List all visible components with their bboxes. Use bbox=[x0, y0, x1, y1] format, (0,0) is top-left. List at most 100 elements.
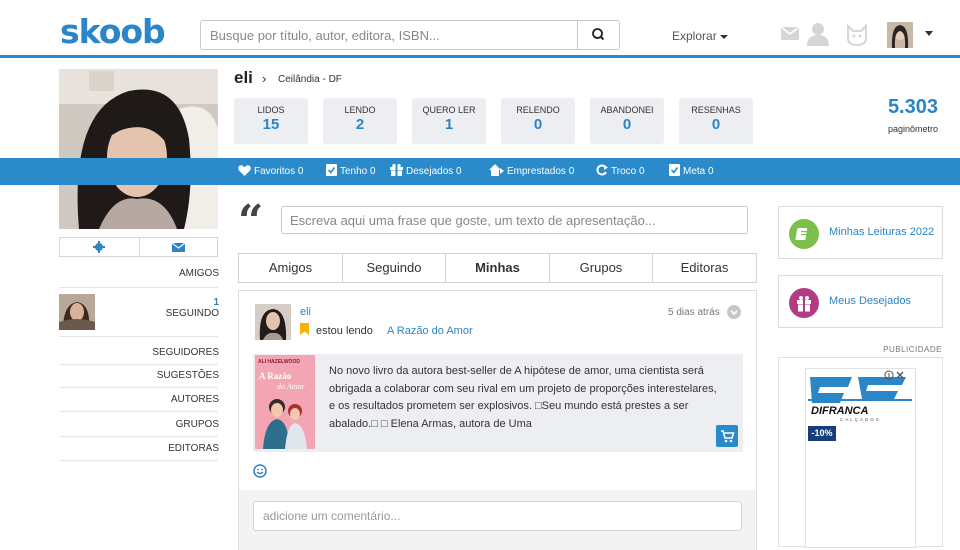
bar-emprestados[interactable]: Emprestados 0 bbox=[489, 158, 574, 185]
skoob-logo[interactable]: skoob bbox=[60, 14, 166, 50]
stat-label: RELENDO bbox=[516, 105, 560, 115]
profile-actions bbox=[59, 237, 218, 257]
book-title-link[interactable]: A Razão do Amor bbox=[387, 325, 473, 337]
buy-button[interactable] bbox=[716, 425, 738, 447]
sidebar-seguindo[interactable]: SEGUINDO bbox=[166, 308, 219, 319]
bar-favoritos[interactable]: Favoritos 0 bbox=[238, 158, 303, 185]
chevron-down-icon[interactable] bbox=[727, 305, 741, 319]
book-cover[interactable]: ALI HAZELWOOD A Razão do Amor bbox=[255, 355, 315, 449]
user-icon[interactable] bbox=[805, 22, 831, 46]
mail-icon[interactable] bbox=[781, 27, 799, 40]
stat-abandonei[interactable]: ABANDONEI 0 bbox=[590, 98, 664, 144]
swap-icon bbox=[596, 164, 608, 176]
sidebar-autores[interactable]: AUTORES bbox=[171, 394, 219, 405]
pages-count: 5.303 bbox=[887, 96, 938, 118]
stat-value: 1 bbox=[444, 116, 454, 133]
explore-label: Explorar bbox=[672, 29, 717, 43]
stat-relendo[interactable]: RELENDO 0 bbox=[501, 98, 575, 144]
tab-amigos[interactable]: Amigos bbox=[239, 254, 343, 282]
check-icon bbox=[669, 164, 680, 177]
ad-discount-badge: -10% bbox=[808, 426, 836, 441]
header: skoob Explorar bbox=[0, 0, 960, 58]
quote-icon: “ bbox=[238, 196, 264, 247]
ad-brand: DIFRANCA bbox=[811, 405, 868, 417]
gift-icon bbox=[789, 288, 819, 318]
profile-location: Ceilândia - DF bbox=[278, 74, 342, 85]
cart-icon bbox=[721, 430, 735, 443]
shelf-bar: Favoritos 0 Tenho 0 Desejados 0 Empresta… bbox=[0, 158, 960, 185]
stat-label: ABANDONEI bbox=[600, 105, 654, 115]
stat-value: 0 bbox=[533, 116, 543, 133]
tab-grupos[interactable]: Grupos bbox=[550, 254, 653, 282]
search-button[interactable] bbox=[577, 21, 619, 49]
stat-label: QUERO LER bbox=[422, 105, 476, 115]
header-avatar[interactable] bbox=[887, 22, 913, 48]
stat-quero-ler[interactable]: QUERO LER 1 bbox=[412, 98, 486, 144]
cat-icon[interactable] bbox=[846, 24, 868, 46]
wishlist-label: Meus Desejados bbox=[829, 295, 911, 307]
stat-value: 0 bbox=[622, 116, 632, 133]
reading-goal-card[interactable]: Minhas Leituras 2022 bbox=[778, 206, 943, 259]
reading-goal-label: Minhas Leituras 2022 bbox=[829, 226, 935, 238]
book-description: No novo livro da autora best-seller de A… bbox=[329, 365, 717, 430]
ad-info-icon[interactable] bbox=[884, 369, 904, 381]
following-avatar[interactable] bbox=[59, 294, 95, 330]
tab-editoras[interactable]: Editoras bbox=[653, 254, 756, 282]
stat-resenhas[interactable]: RESENHAS 0 bbox=[679, 98, 753, 144]
bar-meta[interactable]: Meta 0 bbox=[669, 158, 714, 185]
feed-time: 5 dias atrás bbox=[668, 307, 720, 318]
search-input[interactable] bbox=[201, 21, 578, 49]
feed-avatar[interactable] bbox=[255, 304, 291, 340]
feed-tabs: Amigos Seguindo Minhas Grupos Editoras bbox=[238, 253, 757, 283]
sidebar-editoras[interactable]: EDITORAS bbox=[168, 443, 219, 454]
phrase-input[interactable] bbox=[281, 206, 748, 234]
bookmark-icon bbox=[300, 323, 309, 335]
caret-down-icon bbox=[720, 34, 729, 39]
chevron-right-icon: › bbox=[262, 71, 267, 86]
stat-label: RESENHAS bbox=[691, 105, 741, 115]
profile-photo[interactable] bbox=[59, 69, 218, 229]
bar-label: Emprestados 0 bbox=[507, 166, 575, 177]
bar-tenho[interactable]: Tenho 0 bbox=[326, 158, 376, 185]
gift-icon bbox=[390, 164, 403, 177]
bar-desejados[interactable]: Desejados 0 bbox=[390, 158, 462, 185]
stat-lidos[interactable]: LIDOS 15 bbox=[234, 98, 308, 144]
bar-label: Troco 0 bbox=[611, 166, 645, 177]
heart-icon bbox=[238, 165, 251, 176]
tab-seguindo[interactable]: Seguindo bbox=[343, 254, 446, 282]
reading-status: estou lendo bbox=[316, 325, 373, 337]
book-icon bbox=[789, 219, 819, 249]
ad-banner[interactable]: DIFRANCA CALÇADOS bbox=[805, 368, 916, 548]
cover-title-2: do Amor bbox=[277, 382, 306, 391]
feed-username[interactable]: eli bbox=[300, 306, 311, 318]
bar-label: Tenho 0 bbox=[340, 166, 376, 177]
mail-icon bbox=[172, 243, 185, 252]
bar-label: Favoritos 0 bbox=[254, 166, 304, 177]
stat-value: 15 bbox=[262, 116, 280, 133]
stat-value: 2 bbox=[355, 116, 365, 133]
search-icon bbox=[592, 28, 605, 41]
lend-icon bbox=[489, 164, 504, 177]
stat-label: LENDO bbox=[344, 105, 376, 115]
explore-menu[interactable]: Explorar bbox=[672, 29, 729, 43]
check-icon bbox=[326, 164, 337, 177]
gear-icon bbox=[93, 241, 105, 253]
pages-label: paginômetro bbox=[887, 124, 938, 134]
profile-name: eli bbox=[234, 68, 253, 87]
wishlist-card[interactable]: Meus Desejados bbox=[778, 275, 943, 328]
smile-icon[interactable] bbox=[253, 464, 267, 478]
bar-label: Desejados 0 bbox=[406, 166, 462, 177]
seguindo-count: 1 bbox=[213, 297, 219, 308]
settings-button[interactable] bbox=[60, 238, 139, 256]
message-button[interactable] bbox=[140, 238, 219, 256]
stat-lendo[interactable]: LENDO 2 bbox=[323, 98, 397, 144]
sidebar-amigos[interactable]: AMIGOS bbox=[179, 268, 219, 279]
bar-troco[interactable]: Troco 0 bbox=[596, 158, 645, 185]
tab-minhas[interactable]: Minhas bbox=[446, 254, 550, 282]
sidebar-seguidores[interactable]: SEGUIDORES bbox=[152, 347, 219, 358]
search-box bbox=[200, 20, 620, 50]
comment-input[interactable] bbox=[253, 501, 742, 531]
caret-down-icon[interactable] bbox=[925, 31, 933, 37]
sidebar-grupos[interactable]: GRUPOS bbox=[176, 419, 219, 430]
sidebar-sugestoes[interactable]: SUGESTÕES bbox=[157, 370, 219, 381]
